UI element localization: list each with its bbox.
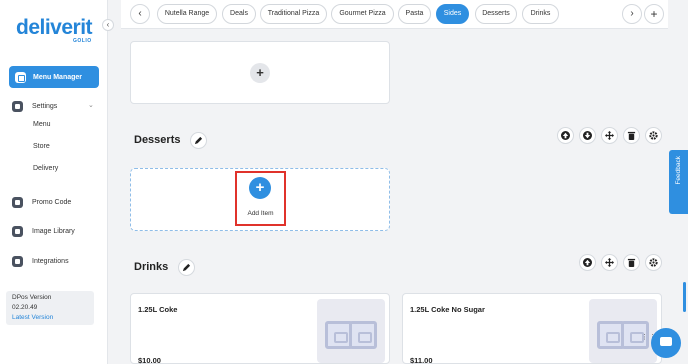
tab-drinks[interactable]: Drinks (522, 4, 559, 24)
chat-icon[interactable] (651, 328, 681, 358)
item-price: $10.00 (138, 356, 161, 364)
tab-nutella-range[interactable]: Nutella Range (157, 4, 217, 24)
move-icon (605, 131, 614, 140)
delete-section-button[interactable] (623, 254, 640, 271)
image-placeholder-icon (589, 299, 657, 363)
menu-item-card[interactable]: 1.25L Coke $10.00 (130, 293, 390, 364)
sidebar-item-label: Promo Code (32, 198, 72, 206)
pencil-icon (182, 263, 191, 272)
add-item-button[interactable]: + (249, 177, 271, 199)
sidebar-subitem-store[interactable]: Store (33, 143, 50, 150)
tab-traditional-pizza[interactable]: Traditional Pizza (260, 4, 327, 24)
add-category-button[interactable]: + (644, 4, 664, 24)
menu-book-icon (15, 71, 26, 83)
arrow-down-icon (583, 131, 592, 140)
sidebar-item-label: Integrations (32, 257, 69, 265)
scroll-left-button[interactable]: ‹ (130, 4, 150, 24)
add-item-label: Add Item (247, 210, 274, 217)
move-icon (605, 258, 614, 267)
arrow-up-icon (561, 131, 570, 140)
sidebar-item-image-library[interactable]: Image Library (12, 224, 75, 238)
sidebar-item-label: Image Library (32, 227, 75, 235)
item-name: 1.25L Coke No Sugar (410, 305, 485, 314)
add-item-plus-icon[interactable]: + (250, 63, 270, 83)
trash-icon (627, 258, 636, 267)
item-price: $11.00 (410, 356, 433, 364)
arrow-up-icon (583, 258, 592, 267)
gear-icon (649, 258, 658, 267)
trash-icon (627, 131, 636, 140)
sidebar-item-promo-code[interactable]: Promo Code (12, 195, 71, 209)
image-placeholder-icon (317, 299, 385, 363)
tab-sides[interactable]: Sides (436, 4, 469, 24)
settings-icon (12, 100, 23, 112)
version-label: DPos Version (12, 294, 52, 301)
version-number: 02.20.49 (12, 304, 38, 311)
tab-deals[interactable]: Deals (222, 4, 256, 24)
delete-section-button[interactable] (623, 127, 640, 144)
sidebar-item-label: Settings (32, 102, 58, 110)
image-icon (12, 225, 23, 237)
promo-icon (12, 196, 23, 208)
chevron-left-icon[interactable]: ‹ (102, 19, 114, 31)
pencil-icon (194, 136, 203, 145)
item-name: 1.25L Coke (138, 305, 178, 314)
menu-item-card[interactable]: 1.25L Coke No Sugar $11.00 (402, 293, 662, 364)
latest-version-link[interactable]: Latest Version (12, 314, 53, 321)
sidebar: deliverit GOLIO Menu Manager Settings ⌄ … (0, 0, 108, 364)
brand-logo: deliverit (16, 16, 93, 39)
section-title-drinks: Drinks (134, 261, 169, 273)
brand-sub: GOLIO (73, 38, 92, 44)
scroll-right-button[interactable]: › (622, 4, 642, 24)
section-settings-button[interactable] (645, 254, 662, 271)
drag-button[interactable] (601, 127, 618, 144)
drag-button[interactable] (601, 254, 618, 271)
sidebar-item-label: Menu Manager (33, 73, 83, 81)
section-settings-button[interactable] (645, 127, 662, 144)
move-down-button[interactable] (579, 127, 596, 144)
edit-section-button[interactable] (190, 132, 207, 149)
sidebar-item-integrations[interactable]: Integrations (12, 254, 69, 268)
category-bar: ‹ Nutella Range Deals Traditional Pizza … (121, 0, 668, 29)
sidebar-subitem-delivery[interactable]: Delivery (33, 165, 58, 172)
sidebar-subitem-menu[interactable]: Menu (33, 121, 51, 128)
integrations-icon (12, 255, 23, 267)
tab-desserts[interactable]: Desserts (475, 4, 517, 24)
move-up-button[interactable] (579, 254, 596, 271)
sidebar-item-menu-manager[interactable]: Menu Manager (9, 66, 99, 88)
feedback-tab[interactable]: Feedback (669, 150, 688, 214)
section-title-desserts: Desserts (134, 134, 181, 146)
tab-gourmet-pizza[interactable]: Gourmet Pizza (331, 4, 394, 24)
edit-section-button[interactable] (178, 259, 195, 276)
gear-icon (649, 131, 658, 140)
tab-pasta[interactable]: Pasta (398, 4, 431, 24)
sidebar-item-settings[interactable]: Settings (12, 99, 57, 113)
chevron-down-icon[interactable]: ⌄ (88, 101, 94, 109)
feedback-label: Feedback (675, 156, 682, 185)
scrollbar-thumb[interactable] (683, 282, 686, 312)
move-up-button[interactable] (557, 127, 574, 144)
